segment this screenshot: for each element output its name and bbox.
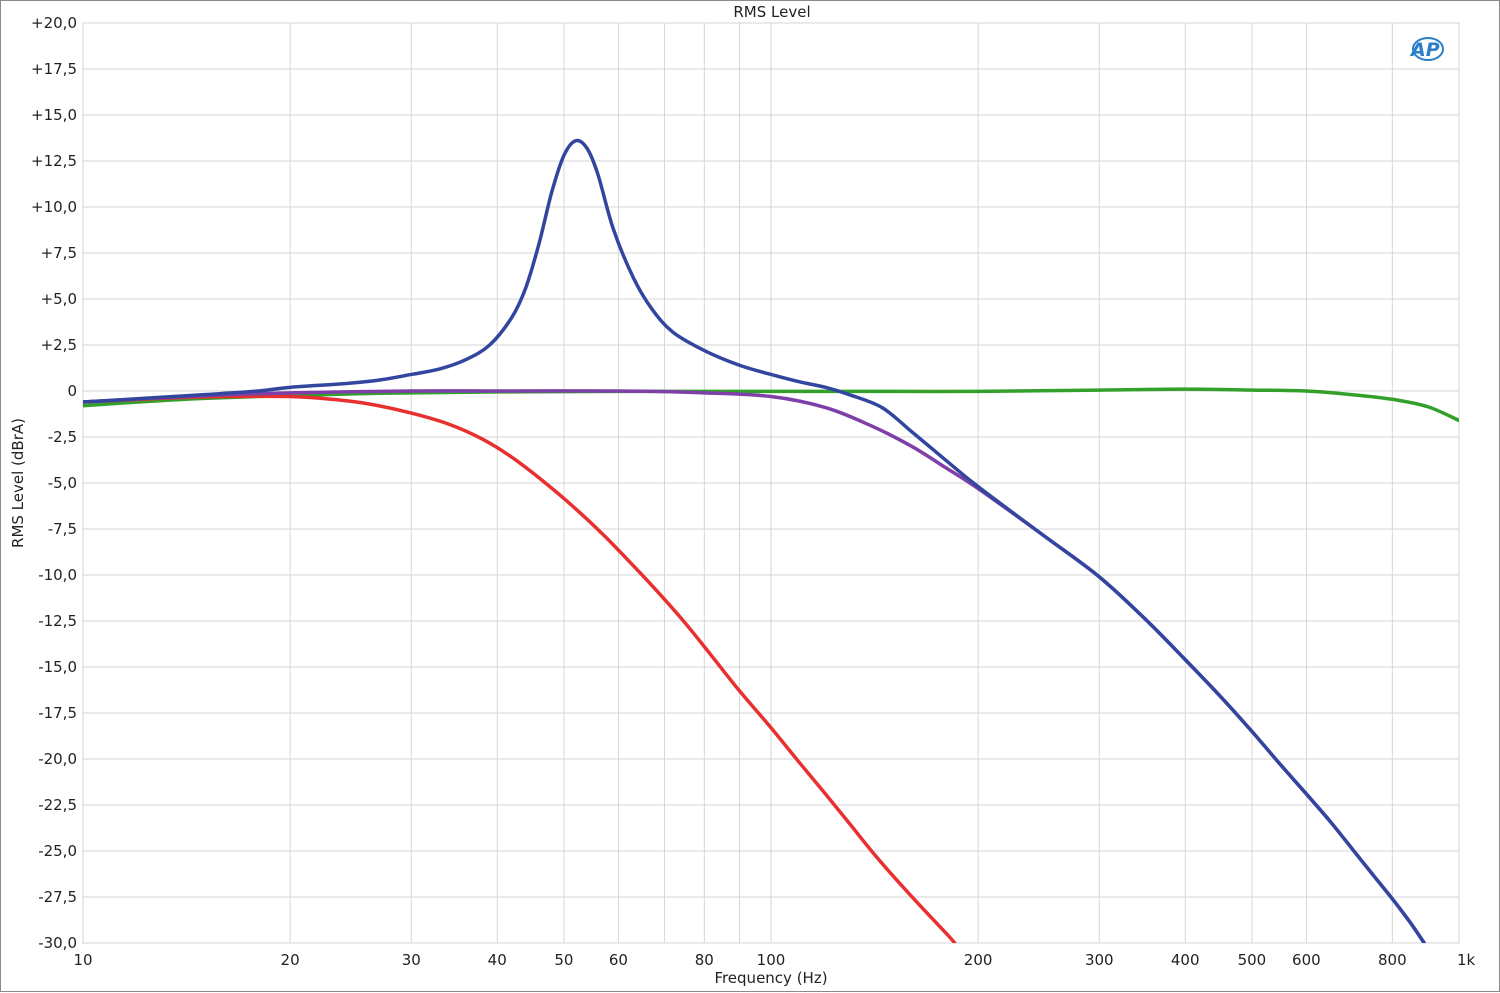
x-tick-label: 1k bbox=[1457, 951, 1476, 969]
y-tick-label: -10,0 bbox=[38, 566, 77, 584]
y-tick-label: -17,5 bbox=[38, 704, 77, 722]
y-tick-label: -25,0 bbox=[38, 842, 77, 860]
x-tick-label: 800 bbox=[1378, 951, 1407, 969]
y-tick-label: +15,0 bbox=[31, 106, 77, 124]
ap-logo-text: AP bbox=[1409, 39, 1440, 61]
y-tick-label: -15,0 bbox=[38, 658, 77, 676]
x-tick-label: 300 bbox=[1085, 951, 1114, 969]
y-axis-title: RMS Level (dBrA) bbox=[9, 418, 27, 548]
y-tick-label: +2,5 bbox=[41, 336, 77, 354]
chart-frame: +20,0 +17,5 +15,0 +12,5 +10,0 +7,5 +5,0 +2,5 0 -2… bbox=[0, 0, 1500, 992]
y-tick-label: -12,5 bbox=[38, 612, 77, 630]
y-tick-label: -30,0 bbox=[38, 934, 77, 952]
chart-title: RMS Level bbox=[733, 3, 810, 21]
x-tick-label: 500 bbox=[1238, 951, 1267, 969]
y-tick-label: -5,0 bbox=[48, 474, 77, 492]
ap-logo-icon: AP bbox=[1409, 37, 1444, 61]
y-tick-label: +17,5 bbox=[31, 60, 77, 78]
grid-layer bbox=[82, 22, 1460, 944]
x-tick-labels: 10 20 30 40 50 60 80 100 200 300 400 500 600 800 1k bbox=[73, 951, 1475, 969]
y-tick-labels: +20,0 +17,5 +15,0 +12,5 +10,0 +7,5 +5,0 +2,5 0 -2… bbox=[31, 14, 77, 952]
y-tick-label: -2,5 bbox=[48, 428, 77, 446]
y-tick-label: +10,0 bbox=[31, 198, 77, 216]
x-tick-label: 60 bbox=[609, 951, 628, 969]
y-tick-label: -22,5 bbox=[38, 796, 77, 814]
x-tick-label: 50 bbox=[554, 951, 573, 969]
x-tick-label: 200 bbox=[964, 951, 993, 969]
y-tick-label: +12,5 bbox=[31, 152, 77, 170]
x-tick-label: 20 bbox=[281, 951, 300, 969]
x-tick-label: 400 bbox=[1171, 951, 1200, 969]
rms-level-chart: +20,0 +17,5 +15,0 +12,5 +10,0 +7,5 +5,0 +2,5 0 -2… bbox=[9, 3, 1476, 987]
y-tick-label: +7,5 bbox=[41, 244, 77, 262]
y-tick-label: +5,0 bbox=[41, 290, 77, 308]
y-tick-label: +20,0 bbox=[31, 14, 77, 32]
x-tick-label: 100 bbox=[757, 951, 786, 969]
x-tick-label: 10 bbox=[73, 951, 92, 969]
x-axis-title: Frequency (Hz) bbox=[714, 969, 827, 987]
x-tick-label: 40 bbox=[488, 951, 507, 969]
x-tick-label: 30 bbox=[402, 951, 421, 969]
y-tick-label: -7,5 bbox=[48, 520, 77, 538]
x-tick-label: 80 bbox=[695, 951, 714, 969]
y-tick-label: 0 bbox=[67, 382, 77, 400]
x-tick-label: 600 bbox=[1292, 951, 1321, 969]
y-tick-label: -20,0 bbox=[38, 750, 77, 768]
y-tick-label: -27,5 bbox=[38, 888, 77, 906]
